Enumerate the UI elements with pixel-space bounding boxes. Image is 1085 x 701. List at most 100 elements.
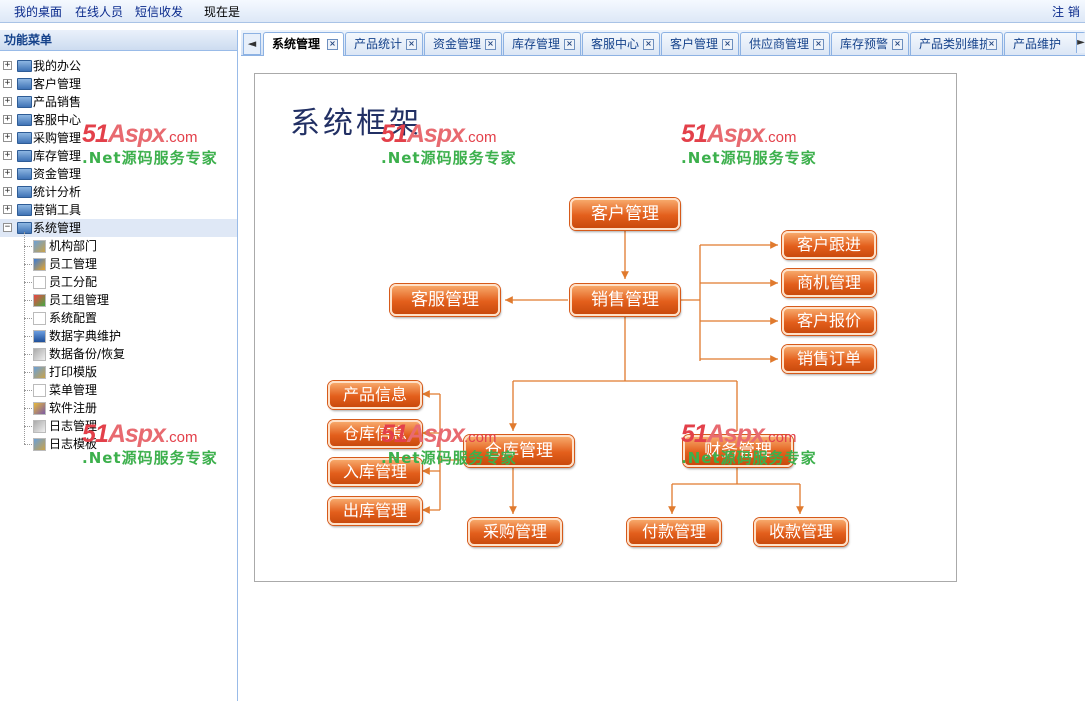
tab-label: 资金管理 (433, 37, 482, 51)
folder-icon (17, 96, 32, 108)
node-customer-quote[interactable]: 客户报价 (782, 307, 876, 335)
menu-subitem-label: 系统配置 (49, 311, 98, 325)
node-customer-follow-up[interactable]: 客户跟进 (782, 231, 876, 259)
tab-close-icon[interactable]: × (485, 39, 496, 50)
tab-strip: ◄ 系统管理 × 产品统计 × 资金管理 × 库存管理 × 客服中心 × 客户管… (241, 30, 1085, 56)
menu-subitem-label: 员工管理 (49, 257, 98, 271)
menu-item-icon (33, 240, 46, 253)
menu-group-item[interactable]: + 营销工具 (0, 201, 237, 219)
menu-subitem-label: 数据字典维护 (49, 329, 122, 343)
menu-subitem[interactable]: 日志管理 (0, 417, 237, 435)
menu-subitem[interactable]: 菜单管理 (0, 381, 237, 399)
tab-close-icon[interactable]: × (406, 39, 417, 50)
expand-toggle-icon[interactable]: + (3, 61, 12, 70)
current-time-label: 现在是 (204, 5, 241, 19)
tab-close-icon[interactable]: × (564, 39, 575, 50)
logout-link[interactable]: 注 销 (1052, 3, 1080, 20)
menu-item-icon (33, 366, 46, 379)
tab-item[interactable]: 产品类别维护 × (910, 32, 1003, 55)
menu-group-item[interactable]: + 采购管理 (0, 129, 237, 147)
node-product-info[interactable]: 产品信息 (328, 381, 422, 409)
tab-label: 库存预警 (840, 37, 889, 51)
expand-toggle-icon[interactable]: + (3, 79, 12, 88)
node-warehouse-management[interactable]: 仓库管理 (464, 435, 574, 467)
tab-item[interactable]: 库存预警 × (831, 32, 909, 55)
menu-subitem[interactable]: 日志模板 (0, 435, 237, 453)
collapse-toggle-icon[interactable]: − (3, 223, 12, 232)
tab-close-icon[interactable]: × (813, 39, 824, 50)
menu-group-label: 我的办公 (33, 59, 82, 73)
node-receipt-management[interactable]: 收款管理 (754, 518, 848, 546)
tab-label: 客服中心 (591, 37, 640, 51)
tab-item[interactable]: 产品统计 × (345, 32, 423, 55)
menu-subitem[interactable]: 系统配置 (0, 309, 237, 327)
folder-icon (17, 78, 32, 90)
node-finance-management[interactable]: 财务管理 (683, 435, 793, 467)
menu-group-item[interactable]: + 资金管理 (0, 165, 237, 183)
expand-toggle-icon[interactable]: + (3, 97, 12, 106)
menu-header: 功能菜单 (0, 30, 237, 51)
sms-link[interactable]: 短信收发 (135, 3, 183, 20)
tab-label: 供应商管理 (749, 37, 810, 51)
node-payment-management[interactable]: 付款管理 (627, 518, 721, 546)
expand-toggle-icon[interactable]: + (3, 115, 12, 124)
tab-item[interactable]: 库存管理 × (503, 32, 581, 55)
menu-group-item[interactable]: + 库存管理 (0, 147, 237, 165)
tab-close-icon[interactable]: × (643, 39, 654, 50)
online-users-link[interactable]: 在线人员 (75, 3, 123, 20)
tab-item[interactable]: 资金管理 × (424, 32, 502, 55)
tab-close-icon[interactable]: × (722, 39, 733, 50)
node-customer-management[interactable]: 客户管理 (570, 198, 680, 230)
node-opportunity-management[interactable]: 商机管理 (782, 269, 876, 297)
tab-item[interactable]: 系统管理 × (263, 32, 344, 56)
menu-subitem[interactable]: 软件注册 (0, 399, 237, 417)
expand-toggle-icon[interactable]: + (3, 205, 12, 214)
menu-subitem-label: 菜单管理 (49, 383, 98, 397)
menu-group-label: 采购管理 (33, 131, 82, 145)
menu-group-item[interactable]: + 客服中心 (0, 111, 237, 129)
menu-item-icon (33, 294, 46, 307)
tab-item[interactable]: 客服中心 × (582, 32, 660, 55)
menu-group-item[interactable]: + 我的办公 (0, 57, 237, 75)
expand-toggle-icon[interactable]: + (3, 151, 12, 160)
menu-subitem[interactable]: 数据备份/恢复 (0, 345, 237, 363)
node-stock-out[interactable]: 出库管理 (328, 497, 422, 525)
node-service-management[interactable]: 客服管理 (390, 284, 500, 316)
tab-scroll-left-button[interactable]: ◄ (243, 33, 261, 55)
menu-group-item[interactable]: − 系统管理 (0, 219, 237, 237)
menu-group-item[interactable]: + 客户管理 (0, 75, 237, 93)
tab-close-icon[interactable]: × (327, 39, 338, 50)
menu-group-item[interactable]: + 产品销售 (0, 93, 237, 111)
menu-subitem[interactable]: 员工组管理 (0, 291, 237, 309)
menu-subitem-label: 日志管理 (49, 419, 98, 433)
node-warehouse-info[interactable]: 仓库信息 (328, 420, 422, 448)
tab-item[interactable]: 客户管理 × (661, 32, 739, 55)
node-sales-management[interactable]: 销售管理 (570, 284, 680, 316)
expand-toggle-icon[interactable]: + (3, 169, 12, 178)
menu-subitem[interactable]: 机构部门 (0, 237, 237, 255)
menu-subitem[interactable]: 打印模版 (0, 363, 237, 381)
menu-subitem[interactable]: 员工分配 (0, 273, 237, 291)
menu-subitem-label: 打印模版 (49, 365, 98, 379)
node-purchase-management[interactable]: 采购管理 (468, 518, 562, 546)
top-bar: 我的桌面 在线人员 短信收发 现在是 注 销 (0, 0, 1085, 23)
tab-close-icon[interactable]: × (986, 39, 997, 50)
tab-item[interactable]: 产品维护 (1004, 32, 1085, 55)
tab-label: 产品类别维护 (919, 37, 992, 51)
tab-scroll-right-button[interactable]: ► (1076, 33, 1085, 53)
expand-toggle-icon[interactable]: + (3, 133, 12, 142)
tab-item[interactable]: 供应商管理 × (740, 32, 830, 55)
expand-toggle-icon[interactable]: + (3, 187, 12, 196)
menu-group-label: 产品销售 (33, 95, 82, 109)
menu-subitem[interactable]: 员工管理 (0, 255, 237, 273)
node-sales-order[interactable]: 销售订单 (782, 345, 876, 373)
my-desktop-link[interactable]: 我的桌面 (14, 3, 62, 20)
menu-group-item[interactable]: + 统计分析 (0, 183, 237, 201)
menu-group-label: 资金管理 (33, 167, 82, 181)
menu-group-label: 客服中心 (33, 113, 82, 127)
menu-group-label: 营销工具 (33, 203, 82, 217)
diagram-title: 系统框架 (290, 106, 422, 141)
menu-subitem[interactable]: 数据字典维护 (0, 327, 237, 345)
node-stock-in[interactable]: 入库管理 (328, 458, 422, 486)
tab-close-icon[interactable]: × (892, 39, 903, 50)
